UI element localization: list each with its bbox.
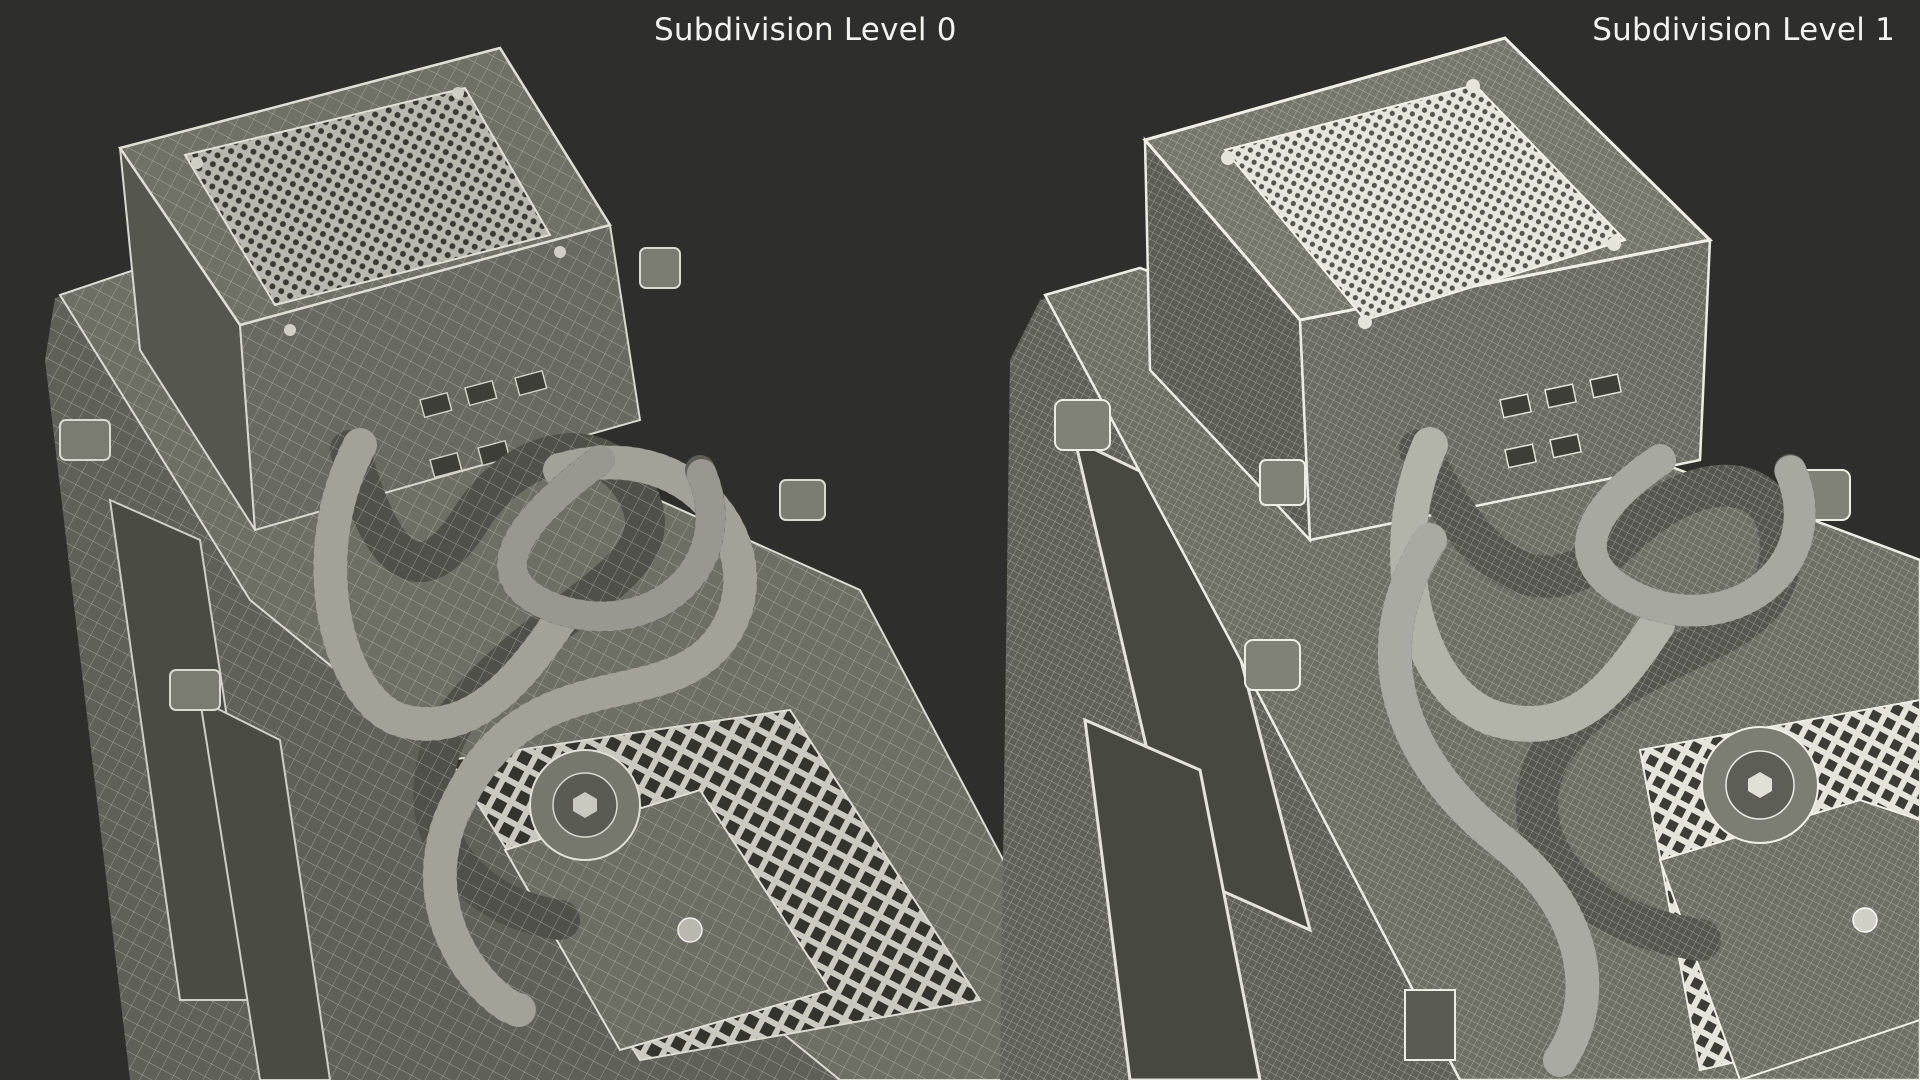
model-subdivision-level-0 [45,46,1130,1080]
square-tube [1404,989,1456,1061]
subdivision-level-1-label: Subdivision Level 1 [1592,12,1895,48]
render-scene [45,36,1920,1080]
subdivision-level-0-label: Subdivision Level 0 [654,12,957,48]
model-subdivision-level-1 [1000,36,1920,1080]
toggle-switch [1852,907,1878,933]
toggle-switch [677,917,703,943]
knob [1701,726,1819,844]
knob [529,749,641,861]
